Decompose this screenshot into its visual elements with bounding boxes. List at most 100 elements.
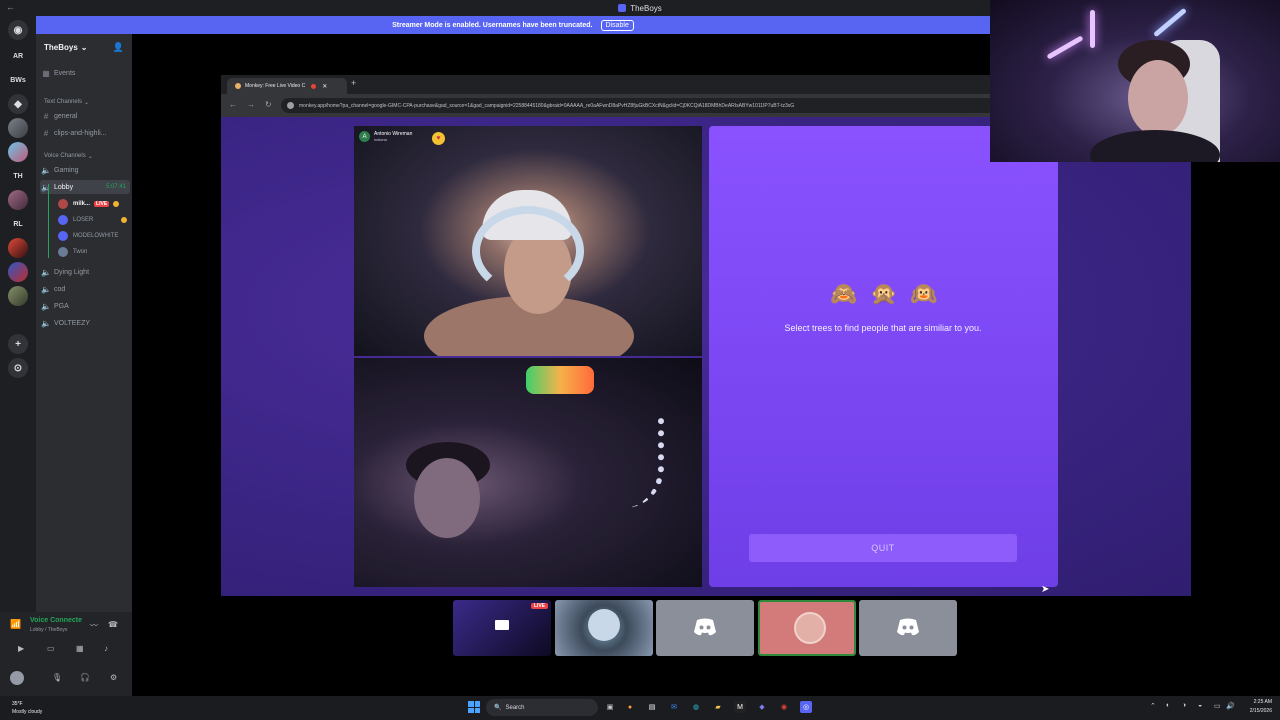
avatar[interactable] (10, 671, 24, 685)
chevron-down-icon: ⌄ (80, 42, 88, 52)
windows-start-icon[interactable] (468, 701, 480, 713)
forward-icon[interactable]: → (247, 100, 255, 109)
channel-clips[interactable]: # clips-and-highli... (40, 126, 130, 140)
voice-connected-title[interactable]: Voice Connecte (30, 617, 82, 624)
signal-icon[interactable]: 📶 (10, 619, 21, 630)
heart-icon[interactable]: ♥ (432, 132, 445, 145)
events-item[interactable]: ▦ Events (40, 66, 130, 80)
server-icon[interactable] (8, 142, 28, 162)
server-icon[interactable] (8, 262, 28, 282)
server-icon[interactable] (8, 190, 28, 210)
match-panel: 🙈 🙊 🙉 Select trees to find people that a… (709, 126, 1058, 587)
server-icon[interactable] (8, 238, 28, 258)
participant-tile[interactable] (555, 600, 653, 656)
hear-no-evil-monkey-icon: 🙉 (910, 281, 938, 306)
voice-channels-category[interactable]: Voice Channels ⌄ (44, 149, 134, 163)
server-diamond-icon[interactable]: ◆ (8, 94, 28, 114)
hash-icon: # (43, 128, 49, 138)
tray-chevron-icon[interactable]: ⌃ (1150, 702, 1156, 710)
teams-icon[interactable]: ◆ (756, 701, 768, 713)
task-view-icon[interactable]: ▣ (604, 701, 616, 713)
voice-user[interactable]: Twon (58, 245, 130, 259)
edge-icon[interactable]: ◍ (690, 701, 702, 713)
microphone-icon[interactable]: 🎙 (52, 673, 62, 682)
chrome-icon[interactable]: ◉ (778, 701, 790, 713)
monkey-emojis: 🙈 🙊 🙉 (829, 280, 939, 308)
add-server-icon[interactable]: + (8, 334, 28, 354)
text-channels-category[interactable]: Text Channels ⌄ (44, 95, 134, 109)
noise-suppression-icon[interactable]: 〰 (90, 620, 98, 631)
search-icon: 🔍 (494, 705, 502, 711)
new-tab-button[interactable]: + (351, 78, 356, 88)
participant-tile[interactable] (656, 600, 754, 656)
discord-icon (618, 4, 627, 12)
voice-channel-gaming[interactable]: 🔈 Gaming (40, 163, 130, 177)
weather-widget[interactable]: 35°F Mostly cloudy (12, 700, 42, 716)
clock[interactable]: 2:25 AM 2/15/2026 (1250, 698, 1272, 716)
server-icon[interactable] (8, 286, 28, 306)
back-arrow-icon[interactable]: ← (6, 2, 15, 12)
server-rail: ◉ AR BWs ◆ TH RL + ⊙ (0, 16, 36, 696)
firefox-icon[interactable]: ● (624, 701, 636, 713)
quit-button[interactable]: QUIT (749, 534, 1017, 562)
server-icon[interactable] (8, 118, 28, 138)
voice-channel-volteezy[interactable]: 🔈 VOLTEEZY (40, 316, 130, 330)
server-th[interactable]: TH (8, 166, 28, 186)
activities-icon[interactable]: ▦ (76, 644, 84, 653)
discover-icon[interactable]: ⊙ (8, 358, 28, 378)
voice-user[interactable]: milk... LIVE (58, 197, 130, 211)
participant-tile[interactable] (859, 600, 957, 656)
activity-icon (113, 201, 120, 207)
screen-share-icon (495, 620, 509, 630)
app-icon[interactable]: M (734, 701, 746, 713)
discord-taskbar-icon[interactable]: ◎ (800, 701, 812, 713)
stranger-name-tag[interactable]: A Antonio Wireman indiana (359, 131, 412, 142)
back-icon[interactable]: ← (229, 100, 237, 109)
reload-icon[interactable]: ↻ (265, 100, 272, 109)
invite-people-icon[interactable]: 👤 (113, 42, 124, 53)
browser-tab[interactable]: Monkey: Free Live Video C ✕ (227, 78, 347, 94)
hash-icon: # (43, 111, 49, 121)
site-info-icon[interactable] (287, 102, 294, 109)
recording-icon (311, 83, 317, 89)
taskbar-search[interactable]: 🔍 Search (486, 699, 598, 716)
tray-app-icon[interactable]: ◒ (1198, 702, 1202, 709)
server-rl[interactable]: RL (8, 214, 28, 234)
soundboard-icon[interactable]: ♪ (104, 644, 108, 653)
disconnect-icon[interactable]: ☎ (108, 620, 118, 629)
screen-share-icon[interactable]: ▭ (47, 644, 55, 653)
voice-user[interactable]: LOSER (58, 213, 130, 227)
voice-channel-dying-light[interactable]: 🔈 Dying Light (40, 265, 130, 279)
voice-channel-lobby[interactable]: 🔈 Lobby 5:07:41 (40, 180, 130, 194)
weather-desc: Mostly cloudy (12, 709, 43, 715)
settings-gear-icon[interactable]: ⚙ (110, 673, 117, 682)
voice-channel-cod[interactable]: 🔈 cod (40, 282, 130, 296)
file-explorer-icon[interactable]: ▰ (712, 701, 724, 713)
disable-streamer-mode-button[interactable]: Disable (600, 19, 634, 31)
user-name: LOSER (73, 217, 94, 223)
home-discord-icon[interactable]: ◉ (8, 20, 28, 40)
network-icon[interactable]: ▭ (1214, 702, 1221, 710)
speaker-icon: 🔈 (41, 301, 51, 311)
volume-icon[interactable]: 🔊 (1226, 702, 1235, 710)
video-icon[interactable]: ▶ (18, 644, 24, 653)
events-label: Events (54, 69, 76, 77)
server-header[interactable]: TheBoys ⌄ 👤 (36, 34, 132, 60)
participant-tile-streaming[interactable]: LIVE (453, 600, 551, 656)
outlook-icon[interactable]: ✉ (668, 701, 680, 713)
headphones-icon[interactable]: 🎧 (80, 673, 90, 682)
server-ar[interactable]: AR (8, 46, 28, 66)
discord-icon (694, 618, 716, 636)
server-bws[interactable]: BWs (8, 70, 28, 90)
store-icon[interactable]: ▤ (646, 701, 658, 713)
clock-time: 2:25 AM (1253, 699, 1272, 705)
close-icon[interactable]: ✕ (322, 83, 327, 90)
channel-label: general (54, 112, 78, 120)
participant-tile-speaking[interactable] (758, 600, 856, 656)
tray-app-icon[interactable]: ◐ (1166, 702, 1170, 709)
voice-user[interactable]: MODELOWHITE (58, 229, 130, 243)
channel-general[interactable]: # general (40, 109, 130, 123)
chevron-down-icon: ⌄ (84, 99, 90, 106)
voice-channel-pga[interactable]: 🔈 PGA (40, 299, 130, 313)
tray-app-icon[interactable]: ◑ (1182, 702, 1186, 709)
